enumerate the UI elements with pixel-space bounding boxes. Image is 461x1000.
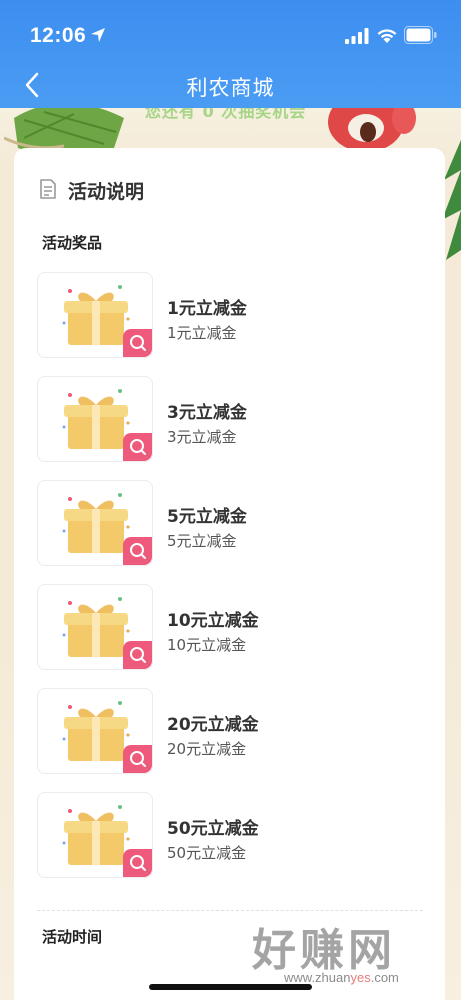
prize-description: 3元立减金 [167, 428, 237, 446]
prize-description: 1元立减金 [167, 324, 237, 342]
gift-box-icon [62, 805, 130, 865]
wifi-icon [377, 29, 397, 43]
prize-description: 50元立减金 [167, 844, 247, 862]
app-header: 12:06 利农商城 [0, 0, 461, 108]
prize-name: 1元立减金 [167, 299, 247, 319]
prize-item[interactable]: 50元立减金 50元立减金 [37, 792, 427, 880]
prize-item[interactable]: 10元立减金 10元立减金 [37, 584, 427, 672]
watermark-url-suffix: .com [370, 970, 399, 985]
signal-icon [345, 28, 369, 44]
home-indicator[interactable] [149, 984, 312, 990]
zoom-icon[interactable] [123, 641, 152, 669]
prize-thumbnail [37, 272, 153, 358]
prizes-label-text: 活动奖品 [42, 234, 103, 252]
battery-icon [404, 26, 437, 44]
prize-item[interactable]: 1元立减金 1元立减金 [37, 272, 427, 360]
time-label-text: 活动时间 [42, 928, 103, 946]
prize-description: 5元立减金 [167, 532, 237, 550]
watermark-logo-text: 好赚网 [252, 925, 396, 976]
prize-name: 50元立减金 [167, 819, 259, 839]
watermark-url-prefix: www.zhuan [284, 970, 351, 985]
zoom-icon[interactable] [123, 329, 152, 357]
site-watermark: 好赚网 www.zhuanyes.com [248, 912, 448, 992]
page-title: 利农商城 [186, 76, 275, 100]
banner-text: 您还有 0 次抽奖机会 [145, 108, 307, 121]
gift-box-icon [62, 493, 130, 553]
document-icon [40, 179, 56, 199]
gift-box-icon [62, 597, 130, 657]
prize-thumbnail [37, 792, 153, 878]
section-title: 活动说明 [68, 181, 145, 203]
prize-item[interactable]: 20元立减金 20元立减金 [37, 688, 427, 776]
status-time: 12:06 [30, 24, 87, 47]
gift-box-icon [62, 285, 130, 345]
prize-description: 20元立减金 [167, 740, 247, 758]
section-divider [37, 910, 423, 911]
prize-thumbnail [37, 688, 153, 774]
prize-name: 10元立减金 [167, 611, 259, 631]
prize-name: 3元立减金 [167, 403, 247, 423]
prize-item[interactable]: 3元立减金 3元立减金 [37, 376, 427, 464]
prize-thumbnail [37, 376, 153, 462]
zoom-icon[interactable] [123, 537, 152, 565]
zoom-icon[interactable] [123, 433, 152, 461]
status-bar: 12:06 [0, 0, 461, 66]
watermark-url: www.zhuanyes.com [284, 970, 399, 985]
watermark-url-accent: yes [350, 970, 371, 985]
prize-description: 10元立减金 [167, 636, 247, 654]
prize-thumbnail [37, 584, 153, 670]
zoom-icon[interactable] [123, 745, 152, 773]
gift-box-icon [62, 389, 130, 449]
gift-box-icon [62, 701, 130, 761]
zoom-icon[interactable] [123, 849, 152, 877]
prize-name: 20元立减金 [167, 715, 259, 735]
prizes-label: 活动奖品 [38, 232, 107, 256]
prize-item[interactable]: 5元立减金 5元立减金 [37, 480, 427, 568]
time-label: 活动时间 [38, 926, 107, 950]
prize-thumbnail [37, 480, 153, 566]
location-arrow-icon [91, 28, 105, 42]
prize-name: 5元立减金 [167, 507, 247, 527]
